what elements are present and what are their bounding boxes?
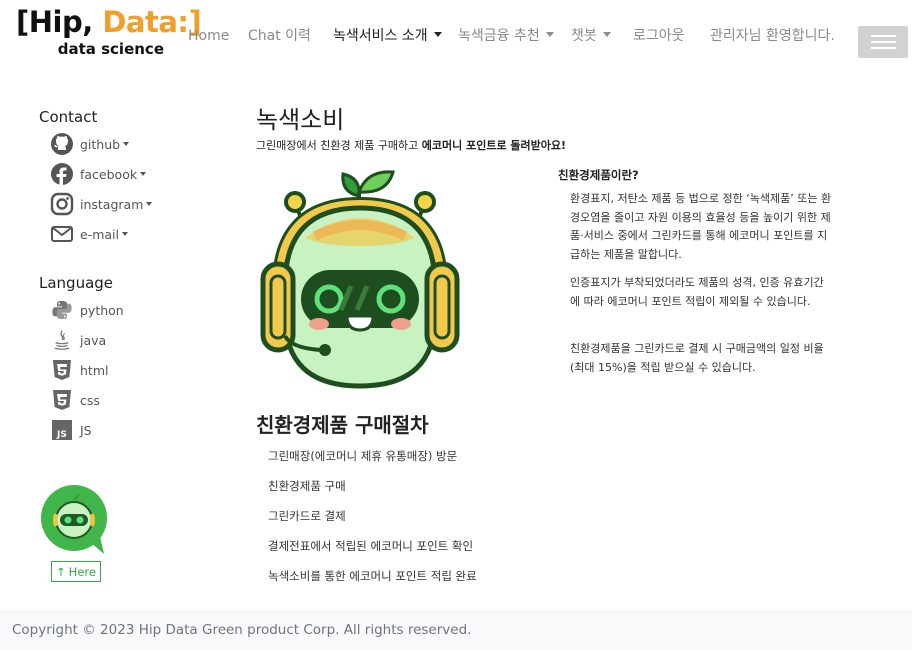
html5-icon bbox=[50, 358, 74, 382]
eco-product-paragraph: 친환경제품을 그린카드로 결제 시 구매금액의 일정 비율(최대 15%)을 적… bbox=[570, 342, 824, 374]
facebook-icon bbox=[50, 162, 74, 186]
python-icon bbox=[50, 298, 74, 322]
navbar: [Hip, Data:] data science Home Chat 이력 녹… bbox=[0, 0, 912, 78]
nav-green-service-dropdown[interactable]: 녹색서비스 소개 bbox=[333, 26, 442, 46]
contact-email[interactable]: e-mail bbox=[50, 222, 128, 246]
language-java: java bbox=[50, 328, 106, 352]
brand-text-a: [Hip, bbox=[16, 5, 103, 39]
eco-product-heading: 친환경제품이란? bbox=[558, 168, 639, 182]
procedure-step: 녹색소비를 통한 에코머니 포인트 적립 완료 bbox=[268, 569, 477, 583]
page-subtitle: 그린매장에서 친환경 제품 구매하고 에코머니 포인트로 돌려받아요! bbox=[256, 137, 566, 153]
eco-product-paragraph: 환경표지, 저탄소 제품 등 법으로 정한 ‘녹색제품’ 또는 환경오염을 줄이… bbox=[570, 192, 832, 261]
contact-github[interactable]: github bbox=[50, 132, 130, 156]
contact-github-label: github bbox=[80, 136, 121, 152]
chatbot-bubble-icon[interactable] bbox=[40, 484, 110, 556]
language-html-label: html bbox=[80, 362, 109, 378]
nav-green-finance-dropdown[interactable]: 녹색금융 추천 bbox=[458, 26, 554, 46]
contact-email-label: e-mail bbox=[80, 226, 119, 242]
subtitle-bold: 에코머니 포인트로 돌려받아요! bbox=[421, 139, 567, 152]
hamburger-icon bbox=[871, 35, 896, 37]
java-icon bbox=[50, 328, 74, 352]
arrow-up-icon: ↑ bbox=[56, 564, 66, 579]
language-js-label: JS bbox=[80, 422, 92, 438]
nav-green-service-label: 녹색서비스 소개 bbox=[333, 28, 428, 44]
language-js: JS JS bbox=[50, 418, 92, 442]
menu-toggle-button[interactable] bbox=[858, 26, 908, 58]
contact-heading: Contact bbox=[39, 108, 98, 126]
procedure-step: 결제전표에서 적립된 에코머니 포인트 확인 bbox=[268, 539, 474, 553]
js-icon: JS bbox=[50, 418, 74, 442]
contact-facebook-label: facebook bbox=[80, 166, 138, 182]
brand-logo[interactable]: [Hip, Data:] data science bbox=[16, 5, 202, 62]
chevron-down-icon bbox=[123, 142, 130, 146]
nav-chatbot-label: 챗봇 bbox=[571, 28, 597, 44]
language-python-label: python bbox=[80, 302, 124, 318]
github-icon bbox=[50, 132, 74, 156]
page-title: 녹색소비 bbox=[256, 106, 345, 134]
footer-copyright: Copyright © 2023 Hip Data Green product … bbox=[12, 622, 472, 638]
envelope-icon bbox=[50, 222, 74, 246]
contact-instagram[interactable]: instagram bbox=[50, 192, 153, 216]
welcome-text: 관리자님 환영합니다. bbox=[710, 28, 835, 44]
chevron-down-icon bbox=[121, 232, 128, 236]
chevron-down-icon bbox=[545, 31, 554, 37]
chevron-down-icon bbox=[146, 202, 153, 206]
language-java-label: java bbox=[80, 332, 107, 348]
here-button-label: Here bbox=[68, 564, 96, 579]
procedure-step: 그린카드로 결제 bbox=[268, 509, 346, 523]
language-css: css bbox=[50, 388, 100, 412]
subtitle-plain: 그린매장에서 친환경 제품 구매하고 bbox=[256, 139, 422, 152]
brand-tagline: data science bbox=[57, 40, 164, 58]
robot-mascot-illustration bbox=[255, 166, 465, 390]
nav-logout[interactable]: 로그아웃 bbox=[633, 26, 685, 46]
brand-text-b: Data:] bbox=[102, 5, 202, 39]
css3-icon bbox=[50, 388, 74, 412]
nav-green-finance-label: 녹색금융 추천 bbox=[458, 28, 540, 44]
here-button[interactable]: ↑ Here bbox=[51, 561, 101, 582]
procedure-step: 그린매장(에코머니 제휴 유통매장) 방문 bbox=[268, 449, 458, 463]
nav-home[interactable]: Home bbox=[188, 26, 229, 46]
footer: Copyright © 2023 Hip Data Green product … bbox=[0, 609, 912, 650]
chevron-down-icon bbox=[433, 31, 442, 37]
procedure-title: 친환경제품 구매절차 bbox=[256, 413, 429, 437]
nav-chatbot-dropdown[interactable]: 챗봇 bbox=[571, 26, 611, 46]
chevron-down-icon bbox=[602, 31, 611, 37]
svg-text:JS: JS bbox=[56, 430, 67, 440]
eco-product-paragraph: 인증표지가 부착되었더라도 제품의 성격, 인증 유효기간에 따라 에코머니 포… bbox=[570, 276, 824, 308]
contact-instagram-label: instagram bbox=[80, 196, 144, 212]
language-python: python bbox=[50, 298, 124, 322]
instagram-icon bbox=[50, 192, 74, 216]
contact-facebook[interactable]: facebook bbox=[50, 162, 147, 186]
language-heading: Language bbox=[39, 274, 114, 292]
chevron-down-icon bbox=[140, 172, 147, 176]
procedure-step: 친환경제품 구매 bbox=[268, 479, 346, 493]
language-css-label: css bbox=[80, 392, 100, 408]
nav-chat-history[interactable]: Chat 이력 bbox=[248, 26, 311, 46]
language-html: html bbox=[50, 358, 108, 382]
